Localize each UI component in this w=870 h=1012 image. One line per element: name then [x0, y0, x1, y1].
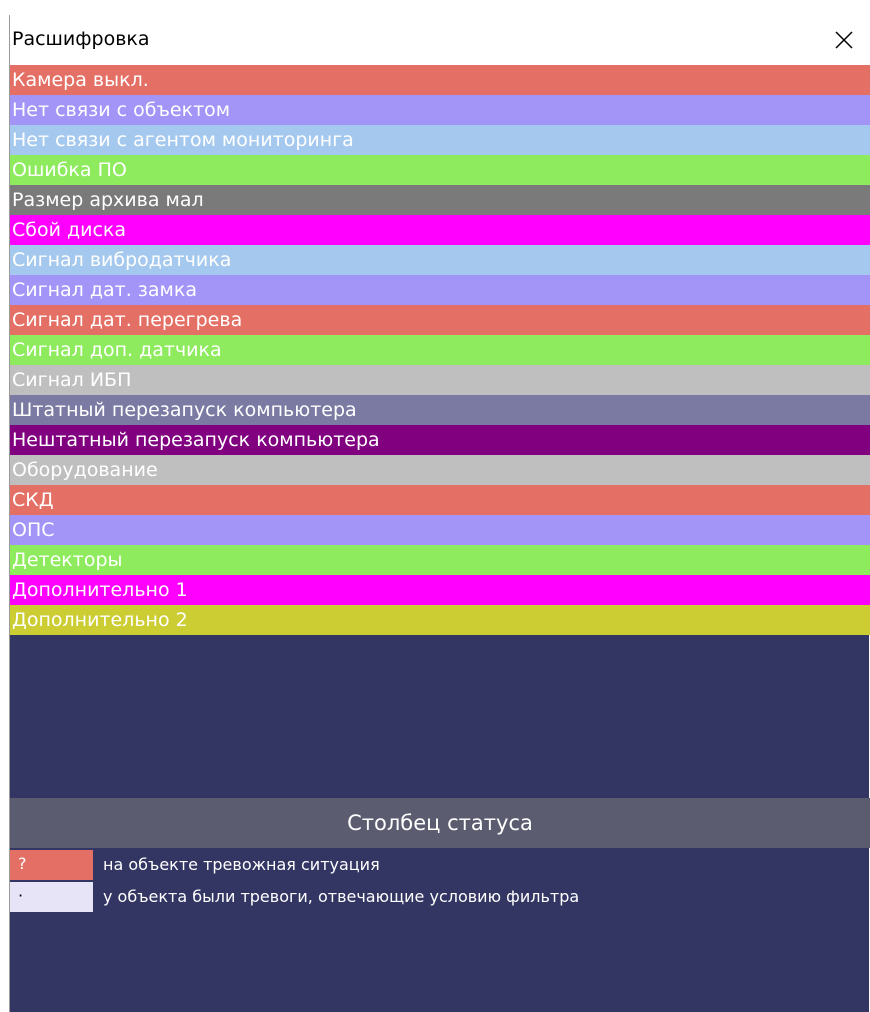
status-legend-row: ? на объекте тревожная ситуация — [10, 850, 870, 880]
legend-item: Оборудование — [10, 455, 870, 485]
legend-item: Дополнительно 1 — [10, 575, 870, 605]
legend-item: Сигнал дат. перегрева — [10, 305, 870, 335]
status-description: на объекте тревожная ситуация — [103, 855, 380, 874]
status-legend-row: · у объекта были тревоги, отвечающие усло… — [10, 882, 870, 912]
window-title: Расшифровка — [12, 28, 150, 50]
close-button[interactable] — [820, 19, 868, 61]
legend-window: Расшифровка Камера выкл. Нет связи с объе… — [9, 15, 870, 1012]
legend-item: Сбой диска — [10, 215, 870, 245]
status-column-header: Столбец статуса — [10, 798, 870, 848]
legend-item: СКД — [10, 485, 870, 515]
legend-item: Сигнал ИБП — [10, 365, 870, 395]
legend-item: Нештатный перезапуск компьютера — [10, 425, 870, 455]
legend-item: Сигнал дат. замка — [10, 275, 870, 305]
close-icon — [835, 31, 853, 49]
legend-list: Камера выкл. Нет связи с объектом Нет связ… — [10, 65, 870, 635]
legend-item: Дополнительно 2 — [10, 605, 870, 635]
legend-item: Сигнал доп. датчика — [10, 335, 870, 365]
legend-item: Сигнал вибродатчика — [10, 245, 870, 275]
legend-item: Ошибка ПО — [10, 155, 870, 185]
status-description: у объекта были тревоги, отвечающие услов… — [103, 887, 580, 906]
status-swatch: · — [10, 882, 93, 912]
legend-item: Размер архива мал — [10, 185, 870, 215]
legend-item: Нет связи с объектом — [10, 95, 870, 125]
legend-item: Детекторы — [10, 545, 870, 575]
legend-item: Штатный перезапуск компьютера — [10, 395, 870, 425]
status-legend: ? на объекте тревожная ситуация · у объекта… — [10, 850, 870, 914]
legend-item: Нет связи с агентом мониторинга — [10, 125, 870, 155]
legend-item: Камера выкл. — [10, 65, 870, 95]
legend-item: ОПС — [10, 515, 870, 545]
status-swatch: ? — [10, 850, 93, 880]
title-bar: Расшифровка — [10, 15, 870, 65]
